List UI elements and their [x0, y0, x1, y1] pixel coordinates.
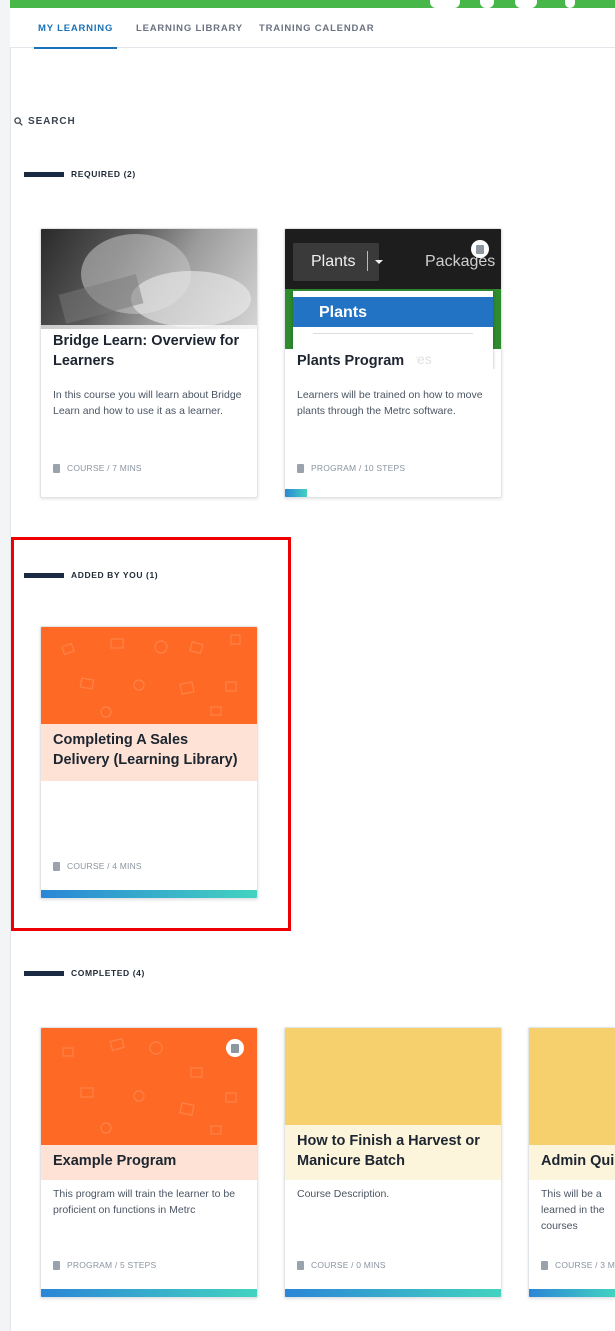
- tab-learning-library[interactable]: LEARNING LIBRARY: [136, 23, 243, 34]
- section-marker: [24, 572, 64, 578]
- search-icon: [14, 117, 23, 126]
- book-icon: [53, 861, 60, 871]
- card-description: In this course you will learn about Brid…: [53, 389, 242, 417]
- progress-bar: [285, 489, 501, 497]
- card-meta: PROGRAM / 5 STEPS: [53, 1260, 156, 1270]
- search-label: SEARCH: [28, 116, 76, 127]
- card-meta-text: COURSE / 0 MINS: [311, 1260, 386, 1270]
- section-completed-header: COMPLETED (4): [24, 968, 145, 978]
- course-photo: [41, 229, 257, 329]
- section-marker: [24, 171, 64, 177]
- book-icon: [53, 463, 60, 473]
- section-required-header: REQUIRED (2): [24, 169, 136, 179]
- card-title: Plants Program: [285, 349, 417, 373]
- card-title: Admin Qui: [529, 1145, 615, 1180]
- book-icon: [297, 1260, 304, 1270]
- card-meta: COURSE / 0 MINS: [297, 1260, 386, 1270]
- program-badge-icon: [471, 240, 489, 258]
- program-icon: [297, 463, 304, 473]
- left-frame-edge: [0, 0, 11, 1331]
- tab-training-calendar[interactable]: TRAINING CALENDAR: [259, 23, 374, 34]
- card-meta: COURSE / 3 M: [541, 1260, 615, 1270]
- screenshot-menu-item: Plants: [319, 304, 368, 321]
- search-button[interactable]: SEARCH: [14, 116, 76, 127]
- progress-bar: [41, 890, 257, 898]
- section-marker: [24, 970, 64, 976]
- section-added-label: ADDED BY YOU (1): [71, 570, 159, 580]
- section-completed-label: COMPLETED (4): [71, 968, 145, 978]
- program-card-plants[interactable]: Plants Packages Plants Additives Plants …: [284, 228, 502, 498]
- book-icon: [541, 1260, 548, 1270]
- tab-my-learning[interactable]: MY LEARNING: [33, 23, 118, 49]
- top-nav: MY LEARNING LEARNING LIBRARY TRAINING CA…: [10, 8, 615, 49]
- progress-fill: [285, 489, 307, 497]
- program-icon: [53, 1260, 60, 1270]
- course-card-harvest[interactable]: How to Finish a Harvest or Manicure Batc…: [284, 1027, 502, 1298]
- section-added-header: ADDED BY YOU (1): [24, 570, 158, 580]
- card-title: How to Finish a Harvest or Manicure Batc…: [285, 1125, 501, 1180]
- card-meta: COURSE / 7 MINS: [53, 463, 142, 473]
- course-card-admin-quiz[interactable]: Admin Qui This will be a learned in the …: [528, 1027, 615, 1298]
- card-meta-text: PROGRAM / 5 STEPS: [67, 1260, 157, 1270]
- card-meta: PROGRAM / 10 STEPS: [297, 463, 405, 473]
- screenshot-dropdown-label: Plants: [311, 253, 356, 270]
- course-pattern: [285, 1028, 501, 1125]
- card-description: Course Description.: [297, 1188, 390, 1200]
- program-pattern: [41, 1028, 257, 1145]
- card-meta-text: COURSE / 3 M: [555, 1260, 615, 1270]
- course-pattern: [41, 627, 257, 724]
- section-required-label: REQUIRED (2): [71, 169, 136, 179]
- card-description: This program will train the learner to b…: [53, 1188, 236, 1216]
- progress-bar: [529, 1289, 615, 1297]
- program-badge-icon: [226, 1039, 244, 1057]
- card-title: Bridge Learn: Overview for Learners: [41, 325, 257, 381]
- top-brand-bar: [10, 0, 615, 8]
- course-pattern: [529, 1028, 615, 1145]
- card-title: Example Program: [41, 1145, 257, 1180]
- course-card-bridge-learn[interactable]: Bridge Learn: Overview for Learners In t…: [40, 228, 258, 498]
- progress-bar: [41, 1289, 257, 1297]
- card-description: This will be a learned in the courses: [541, 1188, 605, 1232]
- card-meta-text: COURSE / 4 MINS: [67, 861, 142, 871]
- caret-down-icon: [375, 260, 383, 264]
- course-card-sales-delivery[interactable]: Completing A Sales Delivery (Learning Li…: [40, 626, 258, 899]
- card-description: Learners will be trained on how to move …: [297, 389, 483, 417]
- card-title: Completing A Sales Delivery (Learning Li…: [41, 724, 257, 781]
- card-meta-text: COURSE / 7 MINS: [67, 463, 142, 473]
- card-meta-text: PROGRAM / 10 STEPS: [311, 463, 406, 473]
- program-card-example[interactable]: Example Program This program will train …: [40, 1027, 258, 1298]
- program-screenshot: Plants Packages Plants Additives: [285, 229, 501, 369]
- card-meta: COURSE / 4 MINS: [53, 861, 142, 871]
- progress-bar: [285, 1289, 501, 1297]
